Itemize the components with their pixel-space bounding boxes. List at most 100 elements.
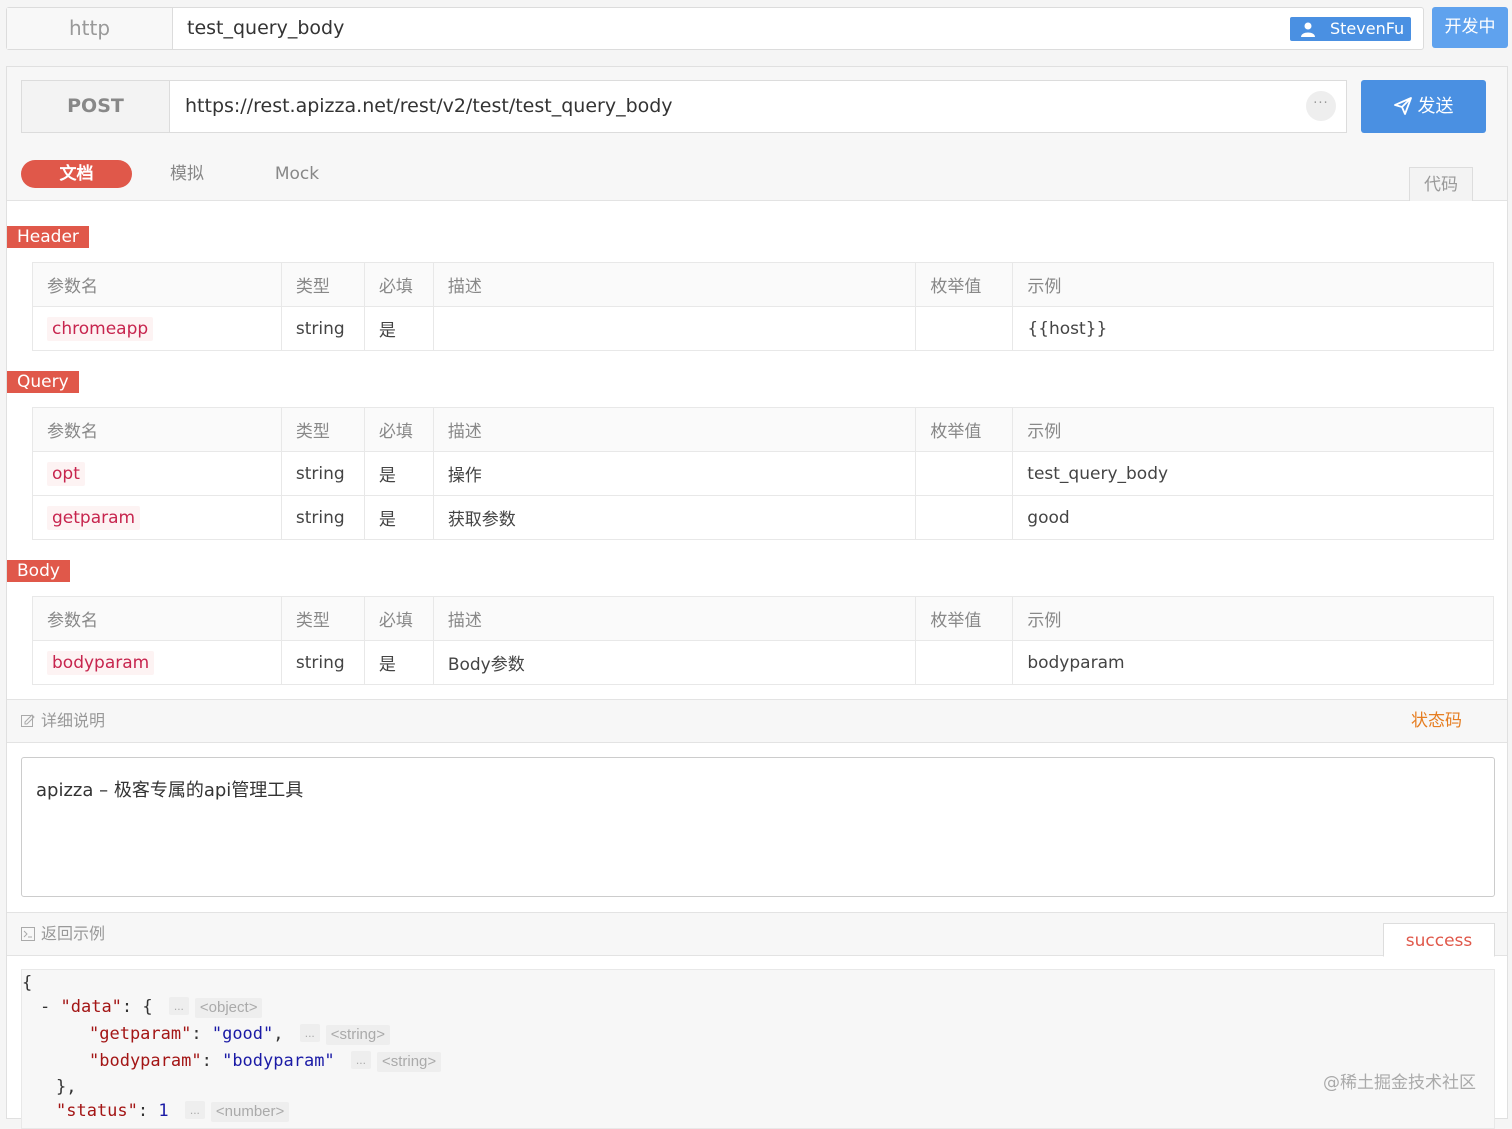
- param-type: string: [280, 640, 365, 685]
- param-example: test_query_body: [1012, 451, 1494, 496]
- expand-dots[interactable]: ...: [168, 997, 189, 1015]
- query-params-table: 参数名 类型 必填 描述 枚举值 示例 opt string 是 操作 test…: [32, 407, 1494, 540]
- main-panel: POST https://rest.apizza.net/rest/v2/tes…: [6, 66, 1508, 1129]
- param-name-cell: chromeapp: [32, 306, 282, 351]
- param-required: 是: [363, 495, 434, 540]
- table-row: getparam string 是 获取参数 good: [32, 495, 1494, 540]
- type-tag: <number>: [210, 1102, 290, 1122]
- expand-dots[interactable]: ...: [299, 1024, 320, 1042]
- param-required: 是: [363, 451, 434, 496]
- body-params-table: 参数名 类型 必填 描述 枚举值 示例 bodyparam string 是 B…: [32, 596, 1494, 685]
- type-tag: <string>: [376, 1052, 442, 1072]
- column-header: 类型: [280, 596, 365, 641]
- column-header: 示例: [1012, 596, 1494, 641]
- code-line: "getparam": "good", ... <string>: [89, 1021, 390, 1047]
- more-icon[interactable]: ···: [1306, 91, 1336, 121]
- param-enum: [915, 306, 1014, 351]
- expand-dots[interactable]: ...: [350, 1051, 371, 1069]
- param-enum: [915, 640, 1014, 685]
- table-row: bodyparam string 是 Body参数 bodyparam: [32, 640, 1494, 685]
- type-tag: <object>: [194, 998, 263, 1018]
- param-type: string: [280, 451, 365, 496]
- section-label-body: Body: [7, 560, 70, 582]
- watermark: @稀土掘金技术社区: [1323, 1073, 1476, 1093]
- url-input[interactable]: https://rest.apizza.net/rest/v2/test/tes…: [185, 81, 673, 132]
- column-header: 参数名: [32, 262, 282, 307]
- section-label-header: Header: [7, 226, 89, 248]
- code-line: {: [22, 973, 33, 993]
- tab-success[interactable]: success: [1383, 923, 1495, 957]
- table-row: opt string 是 操作 test_query_body: [32, 451, 1494, 496]
- terminal-icon: [21, 927, 35, 941]
- column-header: 示例: [1012, 262, 1494, 307]
- column-header: 枚举值: [915, 262, 1014, 307]
- header-params-table: 参数名 类型 必填 描述 枚举值 示例 chromeapp string 是 {…: [32, 262, 1494, 351]
- code-line: - "data": { ... <object>: [40, 994, 263, 1020]
- detail-label: 详细说明: [21, 700, 105, 742]
- url-bar: POST https://rest.apizza.net/rest/v2/tes…: [21, 80, 1347, 133]
- column-header: 示例: [1012, 407, 1494, 452]
- code-line: },: [56, 1077, 77, 1097]
- tab-mock[interactable]: Mock: [262, 160, 332, 188]
- param-type: string: [280, 495, 365, 540]
- code-line: "status": 1 ... <number>: [56, 1098, 290, 1124]
- return-example-bar: 返回示例: [7, 912, 1507, 956]
- code-button[interactable]: 代码: [1409, 167, 1473, 201]
- api-name-field[interactable]: test_query_body: [187, 8, 344, 49]
- param-desc: 获取参数: [432, 495, 917, 540]
- column-header: 描述: [432, 262, 917, 307]
- user-icon: [1301, 22, 1315, 37]
- param-name-cell: bodyparam: [32, 640, 282, 685]
- column-header: 描述: [432, 407, 917, 452]
- param-name: getparam: [47, 505, 141, 530]
- return-example-label-text: 返回示例: [41, 924, 106, 943]
- section-label-query: Query: [7, 371, 79, 393]
- column-header: 描述: [432, 596, 917, 641]
- column-header: 枚举值: [915, 407, 1014, 452]
- tab-doc[interactable]: 文档: [21, 160, 132, 188]
- column-header: 类型: [280, 262, 365, 307]
- param-name: opt: [47, 461, 85, 486]
- detail-bar: 详细说明 状态码: [7, 699, 1507, 743]
- column-header: 类型: [280, 407, 365, 452]
- type-tag: <string>: [325, 1025, 390, 1045]
- protocol-selector[interactable]: http: [7, 8, 173, 49]
- request-area: POST https://rest.apizza.net/rest/v2/tes…: [7, 67, 1507, 201]
- send-label: 发送: [1417, 96, 1454, 117]
- column-header: 枚举值: [915, 596, 1014, 641]
- column-header: 必填: [363, 596, 434, 641]
- send-icon: [1393, 97, 1412, 115]
- param-desc: Body参数: [432, 640, 917, 685]
- param-required: 是: [363, 306, 434, 351]
- param-required: 是: [363, 640, 434, 685]
- return-example-label: 返回示例: [21, 913, 105, 955]
- status-code-link[interactable]: 状态码: [1411, 700, 1462, 742]
- table-row: chromeapp string 是 {{host}}: [32, 306, 1494, 351]
- user-name: StevenFu: [1330, 19, 1405, 38]
- column-header: 参数名: [32, 407, 282, 452]
- detail-label-text: 详细说明: [41, 711, 106, 730]
- method-selector[interactable]: POST: [22, 81, 170, 132]
- code-line: "bodyparam": "bodyparam" ... <string>: [89, 1048, 442, 1074]
- param-example: bodyparam: [1012, 640, 1494, 685]
- send-button[interactable]: 发送: [1361, 80, 1486, 133]
- tab-simulate[interactable]: 模拟: [157, 160, 217, 188]
- collapse-toggle[interactable]: -: [40, 997, 50, 1017]
- param-name: chromeapp: [47, 316, 154, 341]
- user-badge[interactable]: StevenFu: [1290, 17, 1411, 41]
- table-header-row: 参数名 类型 必填 描述 枚举值 示例: [32, 596, 1494, 641]
- description-box[interactable]: apizza – 极客专属的api管理工具: [21, 757, 1495, 897]
- response-code-block: { - "data": { ... <object> "getparam": "g…: [21, 969, 1495, 1129]
- param-name: bodyparam: [47, 650, 155, 675]
- param-desc: [432, 306, 917, 351]
- param-type: string: [280, 306, 365, 351]
- column-header: 必填: [363, 407, 434, 452]
- api-title-bar: http test_query_body StevenFu: [6, 7, 1424, 50]
- expand-dots[interactable]: ...: [184, 1101, 205, 1119]
- param-desc: 操作: [432, 451, 917, 496]
- table-header-row: 参数名 类型 必填 描述 枚举值 示例: [32, 407, 1494, 452]
- column-header: 参数名: [32, 596, 282, 641]
- param-example: {{host}}: [1012, 306, 1494, 351]
- dev-status-button[interactable]: 开发中: [1432, 7, 1508, 48]
- param-name-cell: getparam: [32, 495, 282, 540]
